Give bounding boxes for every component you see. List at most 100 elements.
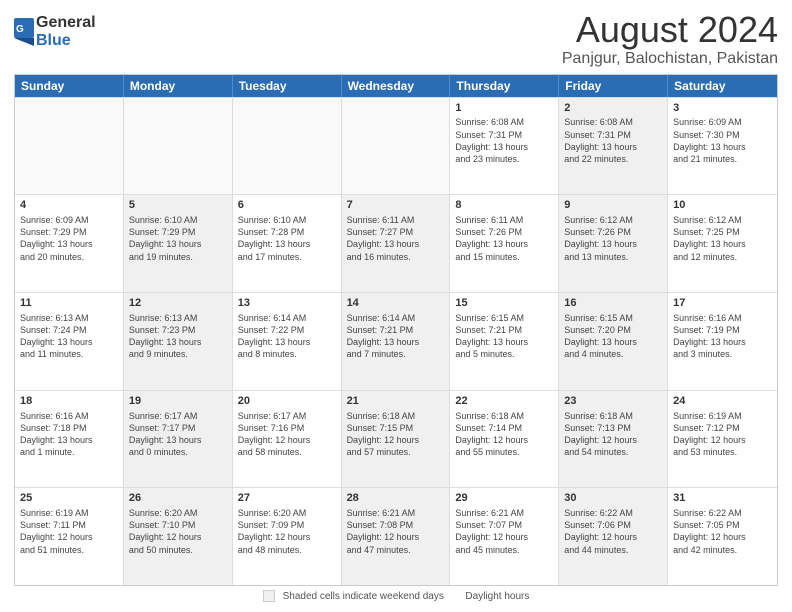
page: G General Blue August 2024 Panjgur, Balo… [0,0,792,612]
day-number: 17 [673,296,772,311]
cal-row-2: 11Sunrise: 6:13 AM Sunset: 7:24 PM Dayli… [15,292,777,390]
cell-info: Sunrise: 6:19 AM Sunset: 7:12 PM Dayligh… [673,410,772,459]
cell-info: Sunrise: 6:13 AM Sunset: 7:23 PM Dayligh… [129,312,227,361]
cal-cell-r3c5: 23Sunrise: 6:18 AM Sunset: 7:13 PM Dayli… [559,391,668,488]
cal-cell-r2c0: 11Sunrise: 6:13 AM Sunset: 7:24 PM Dayli… [15,293,124,390]
cal-row-4: 25Sunrise: 6:19 AM Sunset: 7:11 PM Dayli… [15,487,777,585]
logo-general: General [36,14,96,32]
cal-cell-r1c5: 9Sunrise: 6:12 AM Sunset: 7:26 PM Daylig… [559,195,668,292]
cell-info: Sunrise: 6:15 AM Sunset: 7:20 PM Dayligh… [564,312,662,361]
cal-cell-r3c0: 18Sunrise: 6:16 AM Sunset: 7:18 PM Dayli… [15,391,124,488]
day-number: 21 [347,394,445,409]
day-number: 20 [238,394,336,409]
day-number: 27 [238,491,336,506]
cal-cell-r0c1 [124,98,233,195]
cal-cell-r1c6: 10Sunrise: 6:12 AM Sunset: 7:25 PM Dayli… [668,195,777,292]
cell-info: Sunrise: 6:12 AM Sunset: 7:25 PM Dayligh… [673,214,772,263]
cal-cell-r3c2: 20Sunrise: 6:17 AM Sunset: 7:16 PM Dayli… [233,391,342,488]
logo: G General Blue [14,14,96,49]
cell-info: Sunrise: 6:14 AM Sunset: 7:21 PM Dayligh… [347,312,445,361]
cal-cell-r1c3: 7Sunrise: 6:11 AM Sunset: 7:27 PM Daylig… [342,195,451,292]
cell-info: Sunrise: 6:16 AM Sunset: 7:18 PM Dayligh… [20,410,118,459]
day-number: 8 [455,198,553,213]
cal-row-0: 1 Sunrise: 6:08 AM Sunset: 7:31 PM Daylig… [15,97,777,195]
cell-info: Sunrise: 6:13 AM Sunset: 7:24 PM Dayligh… [20,312,118,361]
shaded-box [263,590,275,602]
cal-cell-r4c6: 31Sunrise: 6:22 AM Sunset: 7:05 PM Dayli… [668,488,777,585]
cell-info: Sunrise: 6:11 AM Sunset: 7:27 PM Dayligh… [347,214,445,263]
day-number: 15 [455,296,553,311]
cal-cell-r1c2: 6Sunrise: 6:10 AM Sunset: 7:28 PM Daylig… [233,195,342,292]
cal-cell-r4c1: 26Sunrise: 6:20 AM Sunset: 7:10 PM Dayli… [124,488,233,585]
day-number: 11 [20,296,118,311]
cal-header-sunday: Sunday [15,75,124,97]
cal-cell-r1c0: 4Sunrise: 6:09 AM Sunset: 7:29 PM Daylig… [15,195,124,292]
header: G General Blue August 2024 Panjgur, Balo… [14,10,778,68]
cal-cell-r0c6: 3Sunrise: 6:09 AM Sunset: 7:30 PM Daylig… [668,98,777,195]
day-number: 16 [564,296,662,311]
cell-info: Sunrise: 6:09 AM Sunset: 7:30 PM Dayligh… [673,116,772,165]
cal-cell-r4c3: 28Sunrise: 6:21 AM Sunset: 7:08 PM Dayli… [342,488,451,585]
day-number: 23 [564,394,662,409]
cal-row-1: 4Sunrise: 6:09 AM Sunset: 7:29 PM Daylig… [15,194,777,292]
cal-cell-r0c5: 2Sunrise: 6:08 AM Sunset: 7:31 PM Daylig… [559,98,668,195]
cal-cell-r3c4: 22Sunrise: 6:18 AM Sunset: 7:14 PM Dayli… [450,391,559,488]
day-number: 24 [673,394,772,409]
cal-header-monday: Monday [124,75,233,97]
cal-cell-r2c2: 13Sunrise: 6:14 AM Sunset: 7:22 PM Dayli… [233,293,342,390]
cal-cell-r0c2 [233,98,342,195]
day-number: 13 [238,296,336,311]
day-number: 28 [347,491,445,506]
cell-info: Sunrise: 6:22 AM Sunset: 7:06 PM Dayligh… [564,507,662,556]
cal-cell-r2c3: 14Sunrise: 6:14 AM Sunset: 7:21 PM Dayli… [342,293,451,390]
day-number: 3 [673,101,772,116]
svg-text:G: G [16,24,24,35]
cal-cell-r4c0: 25Sunrise: 6:19 AM Sunset: 7:11 PM Dayli… [15,488,124,585]
cal-header-tuesday: Tuesday [233,75,342,97]
cell-info: Sunrise: 6:14 AM Sunset: 7:22 PM Dayligh… [238,312,336,361]
cal-cell-r4c4: 29Sunrise: 6:21 AM Sunset: 7:07 PM Dayli… [450,488,559,585]
cal-header-thursday: Thursday [450,75,559,97]
cell-info: Sunrise: 6:18 AM Sunset: 7:15 PM Dayligh… [347,410,445,459]
cal-cell-r1c4: 8Sunrise: 6:11 AM Sunset: 7:26 PM Daylig… [450,195,559,292]
day-number: 30 [564,491,662,506]
day-number: 12 [129,296,227,311]
cal-header-friday: Friday [559,75,668,97]
day-number: 9 [564,198,662,213]
main-title: August 2024 [562,10,778,50]
day-number: 4 [20,198,118,213]
shaded-label: Shaded cells indicate weekend days [283,591,444,602]
cell-info: Sunrise: 6:18 AM Sunset: 7:14 PM Dayligh… [455,410,553,459]
cell-info: Sunrise: 6:17 AM Sunset: 7:16 PM Dayligh… [238,410,336,459]
cal-cell-r2c5: 16Sunrise: 6:15 AM Sunset: 7:20 PM Dayli… [559,293,668,390]
cal-cell-r3c1: 19Sunrise: 6:17 AM Sunset: 7:17 PM Dayli… [124,391,233,488]
cal-cell-r4c2: 27Sunrise: 6:20 AM Sunset: 7:09 PM Dayli… [233,488,342,585]
day-number: 2 [564,101,662,116]
cell-info: Sunrise: 6:19 AM Sunset: 7:11 PM Dayligh… [20,507,118,556]
day-number: 29 [455,491,553,506]
cell-info: Sunrise: 6:15 AM Sunset: 7:21 PM Dayligh… [455,312,553,361]
day-number: 25 [20,491,118,506]
calendar: SundayMondayTuesdayWednesdayThursdayFrid… [14,74,778,586]
day-number: 5 [129,198,227,213]
cal-header-saturday: Saturday [668,75,777,97]
cell-info: Sunrise: 6:22 AM Sunset: 7:05 PM Dayligh… [673,507,772,556]
cal-header-wednesday: Wednesday [342,75,451,97]
logo-icon: G [14,18,34,46]
cal-cell-r2c1: 12Sunrise: 6:13 AM Sunset: 7:23 PM Dayli… [124,293,233,390]
day-number: 31 [673,491,772,506]
cell-info: Sunrise: 6:21 AM Sunset: 7:08 PM Dayligh… [347,507,445,556]
cal-cell-r4c5: 30Sunrise: 6:22 AM Sunset: 7:06 PM Dayli… [559,488,668,585]
logo-blue: Blue [36,32,96,50]
cell-info: Sunrise: 6:09 AM Sunset: 7:29 PM Dayligh… [20,214,118,263]
calendar-header-row: SundayMondayTuesdayWednesdayThursdayFrid… [15,75,777,97]
cell-info: Sunrise: 6:08 AM Sunset: 7:31 PM Dayligh… [564,116,662,165]
cal-cell-r0c0 [15,98,124,195]
footer-note: Shaded cells indicate weekend days Dayli… [14,590,778,602]
daylight-label: Daylight hours [465,591,529,602]
day-number: 1 [455,101,553,116]
calendar-body: 1 Sunrise: 6:08 AM Sunset: 7:31 PM Daylig… [15,97,777,585]
day-number: 18 [20,394,118,409]
logo-text: General Blue [36,14,96,49]
title-section: August 2024 Panjgur, Balochistan, Pakist… [562,10,778,68]
